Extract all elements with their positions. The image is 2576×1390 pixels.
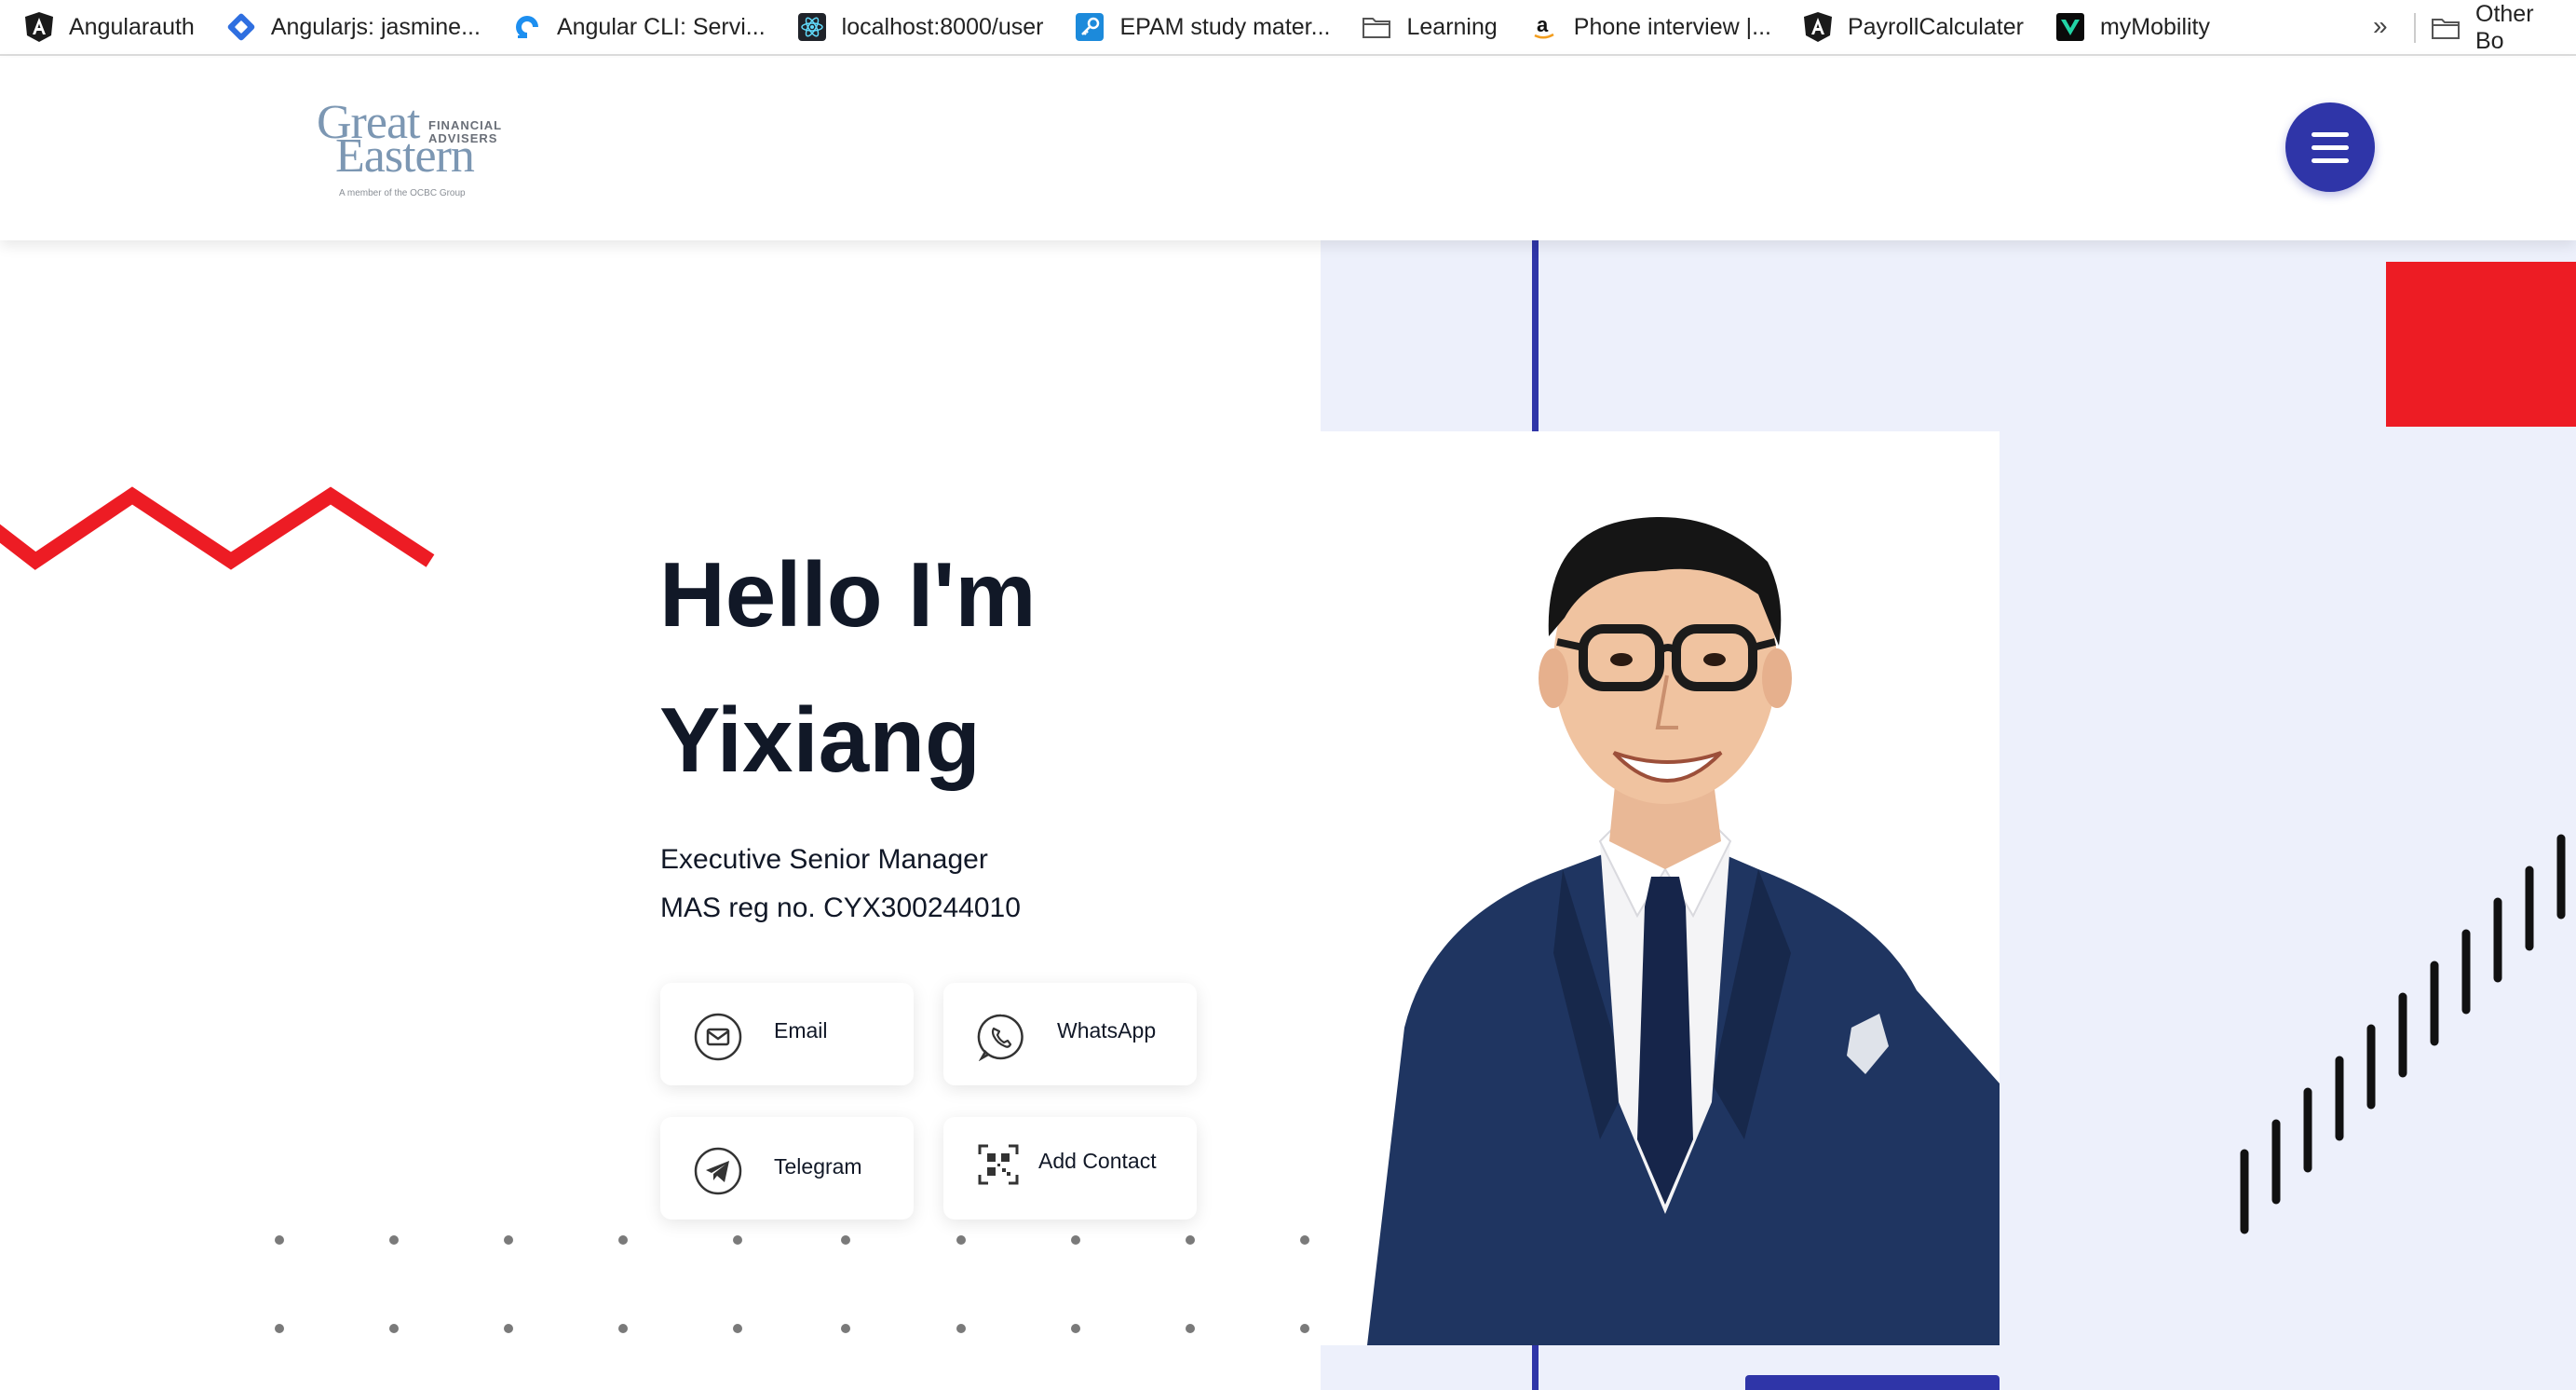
telegram-icon bbox=[694, 1147, 742, 1195]
bookmark-localhost-user[interactable]: localhost:8000/user bbox=[797, 0, 1043, 54]
email-button[interactable]: Email bbox=[660, 983, 914, 1085]
bookmark-angularjs-jasmine[interactable]: Angularjs: jasmine... bbox=[226, 0, 481, 54]
svg-text:a: a bbox=[1537, 13, 1549, 36]
amazon-icon: a bbox=[1529, 12, 1559, 42]
mas-registration: MAS reg no. CYX300244010 bbox=[660, 893, 1021, 923]
whatsapp-button[interactable]: WhatsApp bbox=[943, 983, 1197, 1085]
digitalocean-icon bbox=[512, 12, 542, 42]
qr-code-icon bbox=[977, 1143, 1025, 1192]
hamburger-icon bbox=[2312, 131, 2349, 137]
folder-icon bbox=[1362, 12, 1391, 42]
bookmarks-bar: Angularauth Angularjs: jasmine... Angula… bbox=[0, 0, 2576, 56]
bookmark-angular-cli[interactable]: Angular CLI: Servi... bbox=[512, 0, 766, 54]
key-icon bbox=[1075, 12, 1105, 42]
decor-vertical-line-top bbox=[1532, 240, 1539, 431]
email-label: Email bbox=[774, 1018, 828, 1042]
bookmark-angularauth[interactable]: Angularauth bbox=[24, 0, 195, 54]
decor-dot-grid bbox=[275, 1235, 1309, 1333]
hero-name: Yixiang bbox=[659, 688, 981, 791]
decor-blue-bar bbox=[1745, 1375, 2000, 1390]
email-icon bbox=[694, 1013, 742, 1061]
job-title: Executive Senior Manager bbox=[660, 844, 988, 875]
react-icon bbox=[797, 12, 827, 42]
decor-red-block bbox=[2386, 262, 2576, 427]
folder-icon bbox=[2431, 13, 2461, 43]
add-contact-button[interactable]: Add Contact bbox=[943, 1117, 1197, 1220]
whatsapp-label: WhatsApp bbox=[1057, 1018, 1157, 1042]
bookmarks-overflow-chevron-icon[interactable]: » bbox=[2373, 11, 2388, 41]
bookmarks-divider bbox=[2414, 13, 2416, 43]
menu-button[interactable] bbox=[2285, 102, 2375, 192]
whatsapp-icon bbox=[977, 1013, 1025, 1062]
bookmark-learning-folder[interactable]: Learning bbox=[1362, 0, 1498, 54]
angular-icon bbox=[24, 12, 54, 42]
site-header: Great Eastern FINANCIAL ADVISERS A membe… bbox=[0, 58, 2576, 240]
telegram-label: Telegram bbox=[774, 1154, 862, 1179]
bookmark-other-bookmarks[interactable]: Other Bo bbox=[2431, 0, 2544, 56]
profile-photo bbox=[1321, 431, 2000, 1345]
bookmark-phone-interview[interactable]: a Phone interview |... bbox=[1529, 0, 1771, 54]
add-contact-label: Add Contact bbox=[1038, 1149, 1157, 1173]
great-eastern-logo[interactable]: Great Eastern FINANCIAL ADVISERS A membe… bbox=[313, 99, 518, 211]
telegram-button[interactable]: Telegram bbox=[660, 1117, 914, 1220]
jira-icon bbox=[226, 12, 256, 42]
bookmark-payroll-calculater[interactable]: PayrollCalculater bbox=[1803, 0, 2024, 54]
bookmark-epam-study[interactable]: EPAM study mater... bbox=[1075, 0, 1330, 54]
veeva-icon bbox=[2055, 12, 2085, 42]
bookmark-mymobility[interactable]: myMobility bbox=[2055, 0, 2210, 54]
decor-black-ticks bbox=[2240, 834, 2566, 1234]
angular-icon bbox=[1803, 12, 1833, 42]
decor-red-zigzag bbox=[0, 486, 435, 570]
hero-greeting: Hello I'm bbox=[659, 543, 1037, 646]
decor-vertical-line-bottom bbox=[1532, 1345, 1539, 1390]
